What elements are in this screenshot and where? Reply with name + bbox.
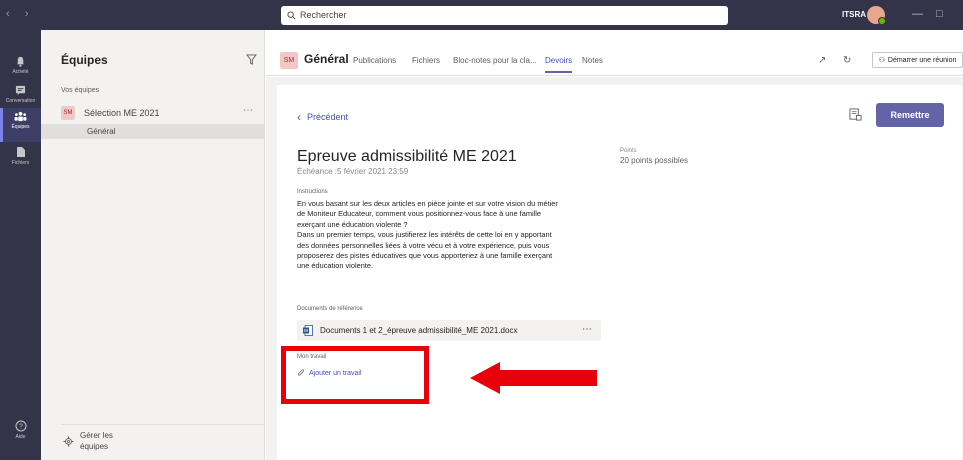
channel-item-general[interactable]: Général (41, 124, 264, 139)
search-icon (287, 11, 296, 20)
due-date: Échéance :5 février 2021 23:59 (297, 167, 409, 176)
history-nav[interactable]: ‹ › (6, 8, 34, 20)
teams-panel: Équipes Vos équipes SM Sélection ME 2021… (41, 30, 265, 460)
instructions-line: exerçant une éducation violente ? (297, 219, 408, 229)
rail-item-label: Fichiers (11, 160, 30, 166)
meeting-button-label: Démarrer une réunion (887, 56, 957, 64)
more-options-icon[interactable]: ⋯ (243, 105, 254, 116)
instructions-label: Instructions (297, 189, 328, 195)
rail-item-label: Conversation (5, 98, 36, 104)
instructions-line: une éducation violente. (297, 261, 374, 271)
gear-icon (63, 435, 74, 447)
rail-item-label: Équipes (11, 124, 30, 130)
word-document-icon: W (303, 325, 313, 336)
help-icon: ? (15, 420, 26, 432)
maximize-icon[interactable]: □ (936, 8, 943, 20)
team-badge: SM (61, 106, 75, 120)
section-label: Vos équipes (61, 87, 100, 94)
references-label: Documents de référence (297, 306, 363, 312)
back-label: Précédent (307, 112, 349, 122)
rail-item-label: Aide (15, 434, 26, 440)
chevron-left-icon: ‹ (297, 110, 301, 124)
back-button[interactable]: ‹ Précédent (297, 110, 348, 124)
points-value: 20 points possibles (620, 156, 689, 165)
points-label: Points (620, 148, 637, 154)
manage-teams-button[interactable]: Gérer les équipes (63, 430, 243, 452)
tab-assignments[interactable]: Devoirs (545, 56, 573, 73)
annotation-highlight-box (281, 346, 429, 404)
channel-badge: SM (280, 52, 298, 69)
channel-header: SM Général Publications Fichiers Bloc-no… (266, 30, 963, 76)
title-bar: ‹ › Rechercher ITSRA — □ (0, 0, 963, 30)
team-name: Sélection ME 2021 (84, 108, 160, 118)
svg-text:?: ? (19, 424, 23, 431)
rail-item-label: Activité (12, 69, 29, 75)
divider (61, 424, 264, 425)
search-input[interactable]: Rechercher (281, 6, 728, 25)
video-camera-icon: ⚇ (878, 57, 885, 64)
rail-item-teams[interactable]: Équipes (0, 108, 41, 142)
refresh-icon[interactable]: ↻ (843, 55, 851, 66)
instructions-line: Dans un premier temps, vous justifierez … (297, 230, 552, 240)
file-icon (16, 147, 25, 157)
immersive-reader-icon[interactable] (849, 108, 862, 121)
more-options-icon[interactable]: ⋯ (582, 324, 593, 335)
channel-title: Général (304, 52, 349, 66)
instructions-line: des données personnelles liées à votre v… (297, 240, 550, 250)
reference-document-name: Documents 1 et 2_épreuve admissibilité_M… (320, 326, 518, 335)
expand-icon[interactable]: ↗ (818, 55, 826, 66)
panel-title: Équipes (61, 53, 108, 67)
teams-icon (14, 111, 27, 122)
annotation-arrow-icon (470, 362, 597, 394)
minimize-icon[interactable]: — (912, 8, 923, 20)
submit-button[interactable]: Remettre (876, 103, 944, 127)
channel-name: Général (87, 127, 116, 136)
rail-item-files[interactable]: Fichiers (0, 146, 41, 166)
tab-grades[interactable]: Notes (582, 56, 603, 65)
tab-notebook[interactable]: Bloc-notes pour la cla... (453, 56, 537, 65)
start-meeting-button[interactable]: ⚇ Démarrer une réunion (872, 52, 963, 68)
search-placeholder: Rechercher (300, 10, 347, 20)
instructions-line: de Moniteur Educateur, comment vous posi… (297, 209, 542, 219)
avatar[interactable] (867, 6, 886, 25)
rail-item-activity[interactable]: Activité (0, 56, 41, 75)
tab-files[interactable]: Fichiers (412, 56, 440, 65)
tab-publications[interactable]: Publications (353, 56, 396, 65)
instructions-line: En vous basant sur les deux articles en … (297, 199, 558, 208)
reference-document[interactable]: W Documents 1 et 2_épreuve admissibilité… (297, 320, 601, 341)
manage-teams-label: Gérer les équipes (80, 431, 113, 451)
team-item[interactable]: SM Sélection ME 2021 ⋯ (61, 105, 261, 121)
bell-icon (16, 56, 25, 67)
instructions-line: proposerez des pistes éducatives que vou… (297, 251, 553, 261)
rail-item-chat[interactable]: Conversation (0, 85, 41, 104)
filter-icon[interactable] (246, 54, 257, 65)
rail-item-help[interactable]: ? Aide (0, 420, 41, 440)
assignment-title: Epreuve admissibilité ME 2021 (297, 148, 517, 165)
chat-icon (15, 85, 26, 96)
instructions-text: En vous basant sur les deux articles en … (297, 199, 607, 272)
org-name: ITSRA (842, 10, 866, 19)
app-rail: Activité Conversation Équipes Fichiers ?… (0, 30, 41, 460)
